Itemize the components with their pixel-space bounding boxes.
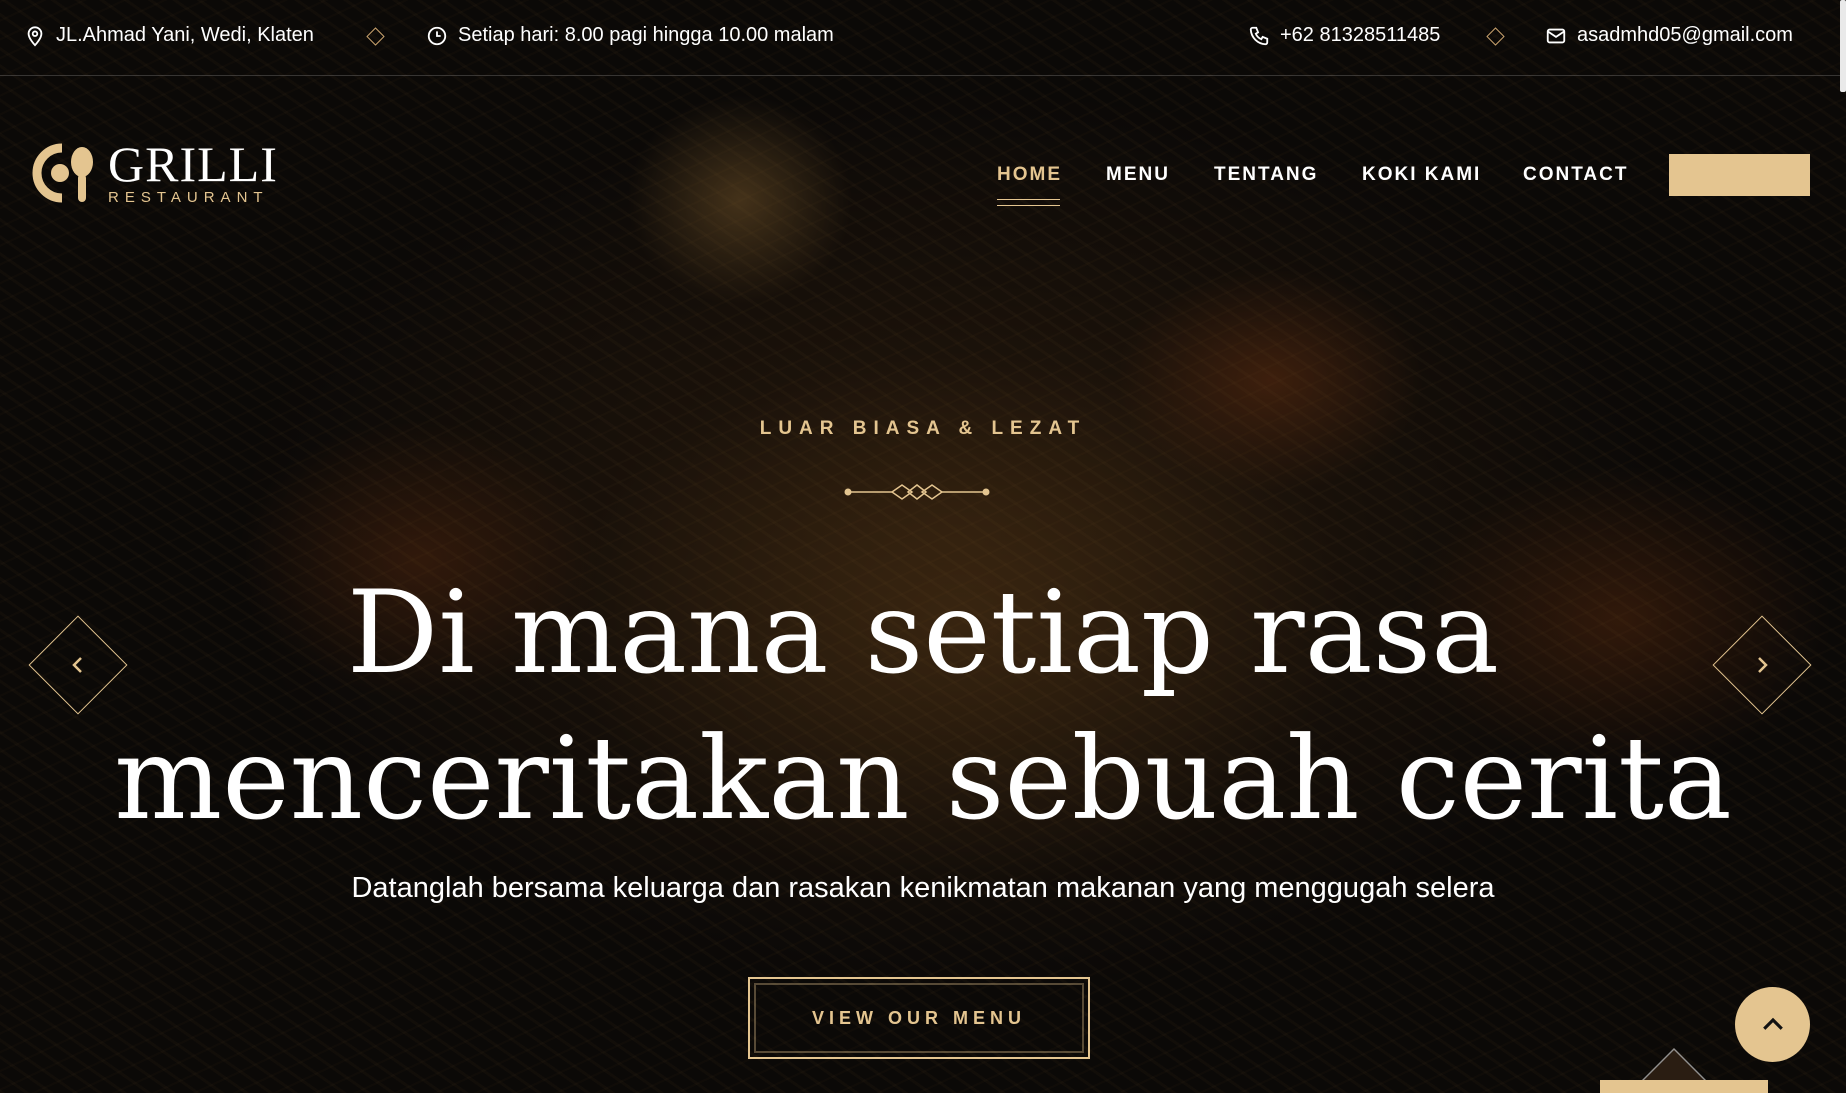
active-indicator bbox=[997, 199, 1060, 206]
hours-text: Setiap hari: 8.00 pagi hingga 10.00 mala… bbox=[458, 24, 834, 46]
nav-item-label: CONTACT bbox=[1523, 164, 1629, 185]
logo-text: GRILLI RESTAURANT bbox=[108, 135, 278, 206]
chevron-left-icon bbox=[72, 657, 82, 673]
hero-eyebrow: LUAR BIASA & LEZAT bbox=[759, 418, 1087, 439]
decorative-gold-bar bbox=[1600, 1080, 1768, 1093]
nav-item-label: HOME bbox=[997, 164, 1062, 185]
logo-subtitle: RESTAURANT bbox=[108, 188, 269, 206]
chevron-right-icon bbox=[1758, 657, 1768, 673]
header-cta-button[interactable] bbox=[1669, 154, 1810, 196]
view-menu-button[interactable]: VIEW OUR MENU bbox=[748, 977, 1090, 1059]
address-info: JL.Ahmad Yani, Wedi, Klaten bbox=[24, 24, 314, 47]
nav-item-koki-kami[interactable]: KOKI KAMI bbox=[1362, 164, 1481, 186]
nav-item-contact[interactable]: CONTACT bbox=[1523, 164, 1628, 186]
dish-spoon-logo-icon bbox=[32, 143, 93, 203]
nav-item-home[interactable]: HOME bbox=[997, 164, 1062, 206]
nav-item-label: MENU bbox=[1106, 164, 1170, 185]
decorative-triangle bbox=[1640, 1048, 1708, 1082]
clock-icon bbox=[427, 26, 447, 45]
phone-link[interactable]: +62 81328511485 bbox=[1248, 24, 1440, 47]
mail-icon bbox=[1546, 28, 1566, 43]
hours-info: Setiap hari: 8.00 pagi hingga 10.00 mala… bbox=[426, 24, 834, 47]
hero-headline: Di mana setiap rasa menceritakan sebuah … bbox=[0, 560, 1846, 852]
divider-diamond bbox=[1486, 27, 1505, 46]
phone-icon bbox=[1249, 26, 1269, 45]
email-text: asadmhd05@gmail.com bbox=[1577, 24, 1793, 46]
headline-line-1: Di mana setiap rasa bbox=[346, 566, 1500, 699]
nav-item-tentang[interactable]: TENTANG bbox=[1214, 164, 1318, 186]
page-scrollbar[interactable] bbox=[1840, 0, 1846, 92]
back-to-top-button[interactable] bbox=[1735, 987, 1810, 1062]
nav-item-menu[interactable]: MENU bbox=[1106, 164, 1170, 186]
location-pin-icon bbox=[27, 25, 43, 46]
view-menu-label: VIEW OUR MENU bbox=[811, 1007, 1026, 1028]
address-text: JL.Ahmad Yani, Wedi, Klaten bbox=[56, 24, 314, 46]
top-info-bar: JL.Ahmad Yani, Wedi, Klaten Setiap hari:… bbox=[0, 0, 1846, 76]
ornament-divider-icon bbox=[844, 484, 990, 500]
hero-subheadline: Datanglah bersama keluarga dan rasakan k… bbox=[351, 872, 1495, 904]
divider-diamond bbox=[366, 27, 385, 46]
site-logo[interactable]: GRILLI RESTAURANT bbox=[32, 135, 278, 206]
nav-item-label: KOKI KAMI bbox=[1362, 164, 1482, 185]
logo-title: GRILLI bbox=[108, 135, 278, 192]
email-link[interactable]: asadmhd05@gmail.com bbox=[1545, 24, 1793, 47]
chevron-up-icon bbox=[1762, 1017, 1783, 1030]
headline-line-2: menceritakan sebuah cerita bbox=[114, 712, 1732, 845]
nav-item-label: TENTANG bbox=[1214, 164, 1319, 185]
phone-text: +62 81328511485 bbox=[1280, 24, 1441, 46]
